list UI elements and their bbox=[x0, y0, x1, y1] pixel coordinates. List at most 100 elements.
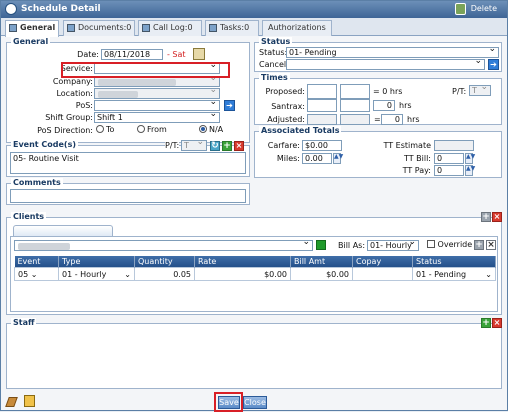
calendar-icon[interactable] bbox=[193, 48, 205, 60]
location-label: Location: bbox=[56, 89, 93, 98]
tt-pay-input[interactable]: 0 bbox=[434, 165, 464, 176]
proposed-start-input[interactable] bbox=[307, 84, 337, 99]
remove-staff-icon[interactable]: × bbox=[492, 318, 502, 328]
date-input[interactable]: 08/11/2018 bbox=[101, 49, 163, 60]
row-event-cell[interactable]: 05 ⌄ bbox=[14, 267, 59, 281]
col-status[interactable]: Status bbox=[412, 256, 496, 268]
tab-call-log[interactable]: Call Log:0 bbox=[138, 20, 202, 36]
add-staff-icon[interactable]: + bbox=[481, 318, 491, 328]
chevron-down-icon[interactable]: ⌄ bbox=[31, 270, 38, 279]
override-checkbox[interactable] bbox=[427, 240, 435, 248]
edit-pencil-icon[interactable] bbox=[5, 397, 18, 407]
refresh-icon[interactable]: ↻ bbox=[210, 141, 220, 151]
direction-to-label: To bbox=[106, 125, 115, 134]
miles-spinner[interactable]: ▲▼ bbox=[333, 153, 343, 164]
col-rate[interactable]: Rate bbox=[194, 256, 291, 268]
col-copay[interactable]: Copay bbox=[352, 256, 413, 268]
tab-authorizations[interactable]: Authorizations bbox=[262, 20, 332, 36]
tab-bar: General Documents:0 Call Log:0 Tasks:0 A… bbox=[1, 18, 507, 37]
row-copay[interactable] bbox=[352, 267, 413, 281]
row-bill-amt[interactable]: $0.00 bbox=[290, 267, 353, 281]
santrax-start-input[interactable] bbox=[307, 99, 337, 112]
miles-input[interactable]: 0.00 bbox=[302, 153, 332, 164]
app-icon bbox=[5, 3, 17, 15]
bill-as-select[interactable]: 01- Hourly bbox=[367, 240, 419, 251]
event-code-list[interactable]: 05- Routine Visit bbox=[10, 152, 246, 174]
tab-general[interactable]: General bbox=[5, 20, 59, 37]
location-select[interactable] bbox=[94, 88, 220, 99]
tab-tasks[interactable]: Tasks:0 bbox=[205, 20, 259, 36]
santrax-end-input[interactable] bbox=[340, 99, 370, 112]
comments-legend: Comments bbox=[11, 178, 63, 187]
col-bill-amt[interactable]: Bill Amt bbox=[290, 256, 353, 268]
notes-icon[interactable] bbox=[24, 395, 35, 407]
table-row[interactable]: 05 ⌄ 01 - Hourly ⌄ 0.05 $0.00 $0.00 01 -… bbox=[14, 267, 496, 281]
override-option[interactable]: Override bbox=[427, 240, 472, 249]
row-status-cell[interactable]: 01 - Pending ⌄ bbox=[412, 267, 496, 281]
col-event[interactable]: Event bbox=[14, 256, 59, 268]
tab-documents-label: Documents:0 bbox=[78, 23, 132, 32]
window-title: Schedule Detail bbox=[21, 4, 101, 14]
times-pt-select[interactable]: T bbox=[469, 85, 491, 96]
direction-from-option[interactable]: From bbox=[137, 125, 167, 134]
times-pt-label: P/T: bbox=[452, 87, 467, 96]
shift-group-select[interactable]: Shift 1 bbox=[94, 112, 220, 123]
comments-textarea[interactable] bbox=[10, 189, 246, 203]
adjusted-equals: = bbox=[374, 115, 381, 124]
adjusted-start-input[interactable] bbox=[307, 114, 337, 125]
event-pt-select[interactable]: T bbox=[181, 140, 207, 151]
row-rate[interactable]: $0.00 bbox=[194, 267, 291, 281]
adjusted-label: Adjusted: bbox=[267, 115, 305, 124]
col-type[interactable]: Type bbox=[58, 256, 135, 268]
client-tab[interactable] bbox=[13, 225, 113, 236]
tt-bill-input[interactable]: 0 bbox=[434, 153, 464, 164]
client-status-indicator bbox=[316, 240, 326, 250]
direction-na-radio[interactable] bbox=[199, 125, 207, 133]
delete-button[interactable]: Delete bbox=[471, 4, 497, 13]
phone-icon bbox=[142, 24, 150, 32]
santrax-hours: 0 bbox=[373, 100, 395, 111]
chevron-down-icon[interactable]: ⌄ bbox=[485, 270, 492, 279]
pos-direction-label: PoS Direction: bbox=[37, 126, 93, 135]
direction-to-option[interactable]: To bbox=[96, 125, 114, 134]
close-button[interactable]: Close bbox=[243, 396, 267, 409]
cancel-select[interactable] bbox=[286, 59, 485, 70]
tab-documents[interactable]: Documents:0 bbox=[63, 20, 135, 36]
tt-bill-spinner[interactable]: ▲▼ bbox=[465, 153, 475, 164]
cancel-go-arrow-icon[interactable]: ➔ bbox=[488, 59, 499, 70]
trash-icon[interactable] bbox=[455, 3, 466, 15]
add-client-icon[interactable]: + bbox=[481, 212, 491, 222]
remove-event-code-icon[interactable]: × bbox=[234, 141, 244, 151]
billing-header-row: Event Type Quantity Rate Bill Amt Copay … bbox=[14, 256, 496, 268]
direction-to-radio[interactable] bbox=[96, 125, 104, 133]
bill-as-label: Bill As: bbox=[338, 241, 366, 250]
row-quantity[interactable]: 0.05 bbox=[134, 267, 195, 281]
col-quantity[interactable]: Quantity bbox=[134, 256, 195, 268]
tab-general-label: General bbox=[20, 23, 56, 32]
client-panel: Bill As: 01- Hourly Override + × Event T… bbox=[10, 236, 498, 312]
company-label: Company: bbox=[52, 77, 93, 86]
remove-bill-line-icon[interactable]: × bbox=[486, 240, 496, 250]
remove-client-icon[interactable]: × bbox=[492, 212, 502, 222]
service-highlight-box bbox=[61, 62, 230, 78]
proposed-end-input[interactable] bbox=[340, 84, 370, 99]
pos-go-arrow-icon[interactable]: ➔ bbox=[224, 100, 235, 111]
chevron-down-icon[interactable]: ⌄ bbox=[124, 270, 131, 279]
carfare-input[interactable]: $0.00 bbox=[302, 140, 342, 151]
location-redacted bbox=[98, 91, 138, 98]
tab-tasks-label: Tasks:0 bbox=[220, 23, 250, 32]
tt-pay-label: TT Pay: bbox=[402, 166, 431, 175]
add-event-code-icon[interactable]: + bbox=[222, 141, 232, 151]
tt-pay-spinner[interactable]: ▲▼ bbox=[465, 165, 475, 176]
status-select[interactable]: 01- Pending bbox=[286, 47, 499, 58]
direction-na-option[interactable]: N/A bbox=[199, 125, 223, 134]
client-select[interactable] bbox=[14, 240, 313, 251]
pos-select[interactable] bbox=[94, 100, 220, 111]
add-bill-line-icon[interactable]: + bbox=[474, 240, 484, 250]
row-type-cell[interactable]: 01 - Hourly ⌄ bbox=[58, 267, 135, 281]
adjusted-hrs-unit: hrs bbox=[407, 115, 420, 124]
times-legend: Times bbox=[259, 73, 290, 82]
direction-from-radio[interactable] bbox=[137, 125, 145, 133]
adjusted-end-input[interactable] bbox=[340, 114, 370, 125]
tab-call-log-label: Call Log:0 bbox=[153, 23, 193, 32]
